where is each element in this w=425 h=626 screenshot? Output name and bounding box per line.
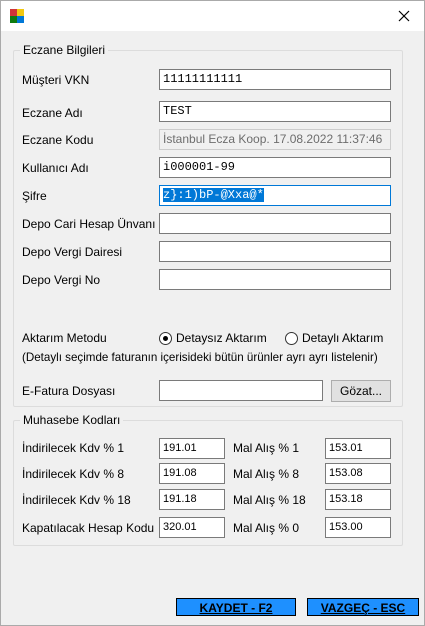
app-icon — [10, 9, 24, 23]
radio-detaysiz-label: Detaysız Aktarım — [176, 331, 267, 345]
muhasebe-row-left-label: İndirilecek Kdv % 18 — [22, 493, 131, 507]
close-icon — [398, 10, 410, 22]
muhasebe-row-left-label: Kapatılacak Hesap Kodu — [22, 521, 155, 535]
muhasebe-row-left-label: İndirilecek Kdv % 8 — [22, 467, 125, 481]
title-bar — [1, 1, 424, 31]
radio-detaysiz-circle[interactable] — [159, 331, 172, 345]
depo-vergi-no-label: Depo Vergi No — [22, 273, 101, 287]
radio-detayli-circle[interactable] — [285, 331, 298, 345]
muhasebe-row-right-input[interactable]: 153.18 — [325, 489, 391, 510]
sifre-selected-text: z}:1)bP-@Xxa@* — [163, 188, 264, 202]
musteri-vkn-label: Müşteri VKN — [22, 73, 90, 87]
aktarim-metodu-label: Aktarım Metodu — [22, 331, 107, 345]
kullanici-adi-label: Kullanıcı Adı — [22, 161, 89, 175]
depo-cari-input[interactable] — [159, 213, 391, 234]
musteri-vkn-input[interactable]: 11111111111 — [159, 69, 391, 90]
efatura-input[interactable] — [159, 380, 323, 401]
muhasebe-row-right-input[interactable]: 153.01 — [325, 438, 391, 459]
muhasebe-row-right-label: Mal Alış % 8 — [233, 467, 300, 481]
settings-window: Eczane Bilgileri Müşteri VKN 11111111111… — [0, 0, 425, 626]
kaydet-button[interactable]: KAYDET - F2 — [176, 598, 296, 616]
close-button[interactable] — [384, 1, 424, 31]
muhasebe-row-right-label: Mal Alış % 1 — [233, 441, 300, 455]
eczane-bilgileri-title: Eczane Bilgileri — [20, 43, 109, 57]
muhasebe-row-right-input[interactable]: 153.00 — [325, 517, 391, 538]
radio-detayli-aktarim[interactable]: Detaylı Aktarım — [285, 331, 383, 345]
depo-vergi-dairesi-input[interactable] — [159, 241, 391, 262]
vazgec-button[interactable]: VAZGEÇ - ESC — [307, 598, 419, 616]
muhasebe-row-left-label: İndirilecek Kdv % 1 — [22, 441, 125, 455]
muhasebe-row-right-label: Mal Alış % 18 — [233, 493, 306, 507]
muhasebe-row-left-input[interactable]: 191.08 — [159, 463, 225, 484]
sifre-label: Şifre — [22, 189, 47, 203]
gozat-button[interactable]: Gözat... — [331, 380, 391, 402]
sifre-input[interactable]: z}:1)bP-@Xxa@* — [159, 185, 391, 206]
eczane-kodu-label: Eczane Kodu — [22, 133, 94, 147]
eczane-adi-label: Eczane Adı — [22, 106, 83, 120]
muhasebe-row-right-label: Mal Alış % 0 — [233, 521, 300, 535]
depo-cari-label: Depo Cari Hesap Ünvanı — [22, 217, 156, 231]
muhasebe-row-left-input[interactable]: 320.01 — [159, 517, 225, 538]
radio-detaysiz-aktarim[interactable]: Detaysız Aktarım — [159, 331, 267, 345]
depo-vergi-dairesi-label: Depo Vergi Dairesi — [22, 245, 123, 259]
muhasebe-row-right-input[interactable]: 153.08 — [325, 463, 391, 484]
kullanici-adi-input[interactable]: i000001-99 — [159, 157, 391, 178]
eczane-adi-input[interactable]: TEST — [159, 101, 391, 122]
muhasebe-kodlari-title: Muhasebe Kodları — [20, 413, 124, 427]
muhasebe-row-left-input[interactable]: 191.18 — [159, 489, 225, 510]
depo-vergi-no-input[interactable] — [159, 269, 391, 290]
radio-detayli-label: Detaylı Aktarım — [302, 331, 384, 345]
aktarim-note: (Detaylı seçimde faturanın içerisideki b… — [22, 351, 378, 364]
efatura-label: E-Fatura Dosyası — [22, 384, 116, 398]
muhasebe-row-left-input[interactable]: 191.01 — [159, 438, 225, 459]
eczane-kodu-input: İstanbul Ecza Koop. 17.08.2022 11:37:46 — [159, 129, 391, 150]
